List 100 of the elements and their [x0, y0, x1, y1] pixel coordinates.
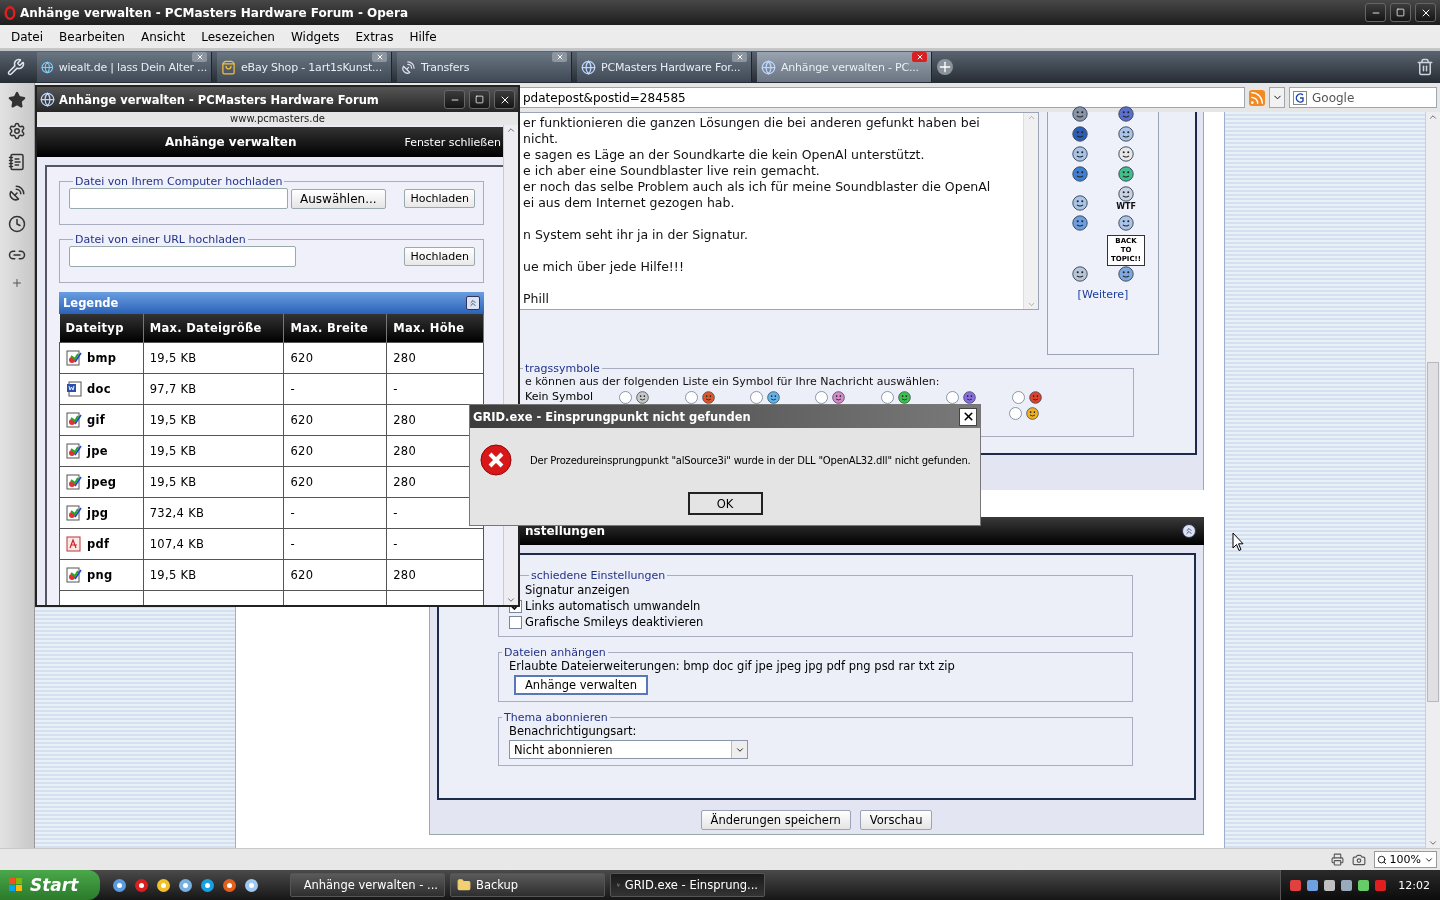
tab-close-button[interactable] — [192, 52, 207, 62]
more-link[interactable]: [Weitere] — [1077, 288, 1129, 301]
column-header: Max. Breite — [283, 314, 387, 342]
browser-tab[interactable]: PCMasters Hardware For... — [577, 52, 752, 82]
action-button[interactable]: Vorschau — [859, 810, 933, 830]
tray-icon[interactable] — [1323, 878, 1336, 892]
group-legend: schiedene Einstellungen — [529, 569, 668, 582]
quick-launch-icon[interactable] — [222, 877, 237, 893]
group-legend: Dateien anhängen — [502, 646, 608, 659]
settings-icon[interactable] — [8, 122, 26, 140]
globe-icon — [761, 59, 776, 75]
radio-button[interactable] — [1009, 406, 1022, 420]
taskbar-button[interactable]: Backup — [450, 873, 605, 897]
column-header: Dateityp — [59, 314, 144, 342]
close-window-link[interactable]: Fenster schließen — [404, 135, 503, 149]
table-cell: - — [283, 528, 387, 559]
scroll-down-icon[interactable] — [506, 595, 516, 605]
scrollbar-thumb[interactable] — [1427, 362, 1439, 702]
radio-button[interactable] — [1011, 390, 1025, 404]
minimize-button[interactable] — [1365, 3, 1386, 22]
menu-item[interactable]: Lesezeichen — [193, 29, 283, 44]
page-icon — [41, 59, 54, 75]
pdf-file-icon — [66, 535, 82, 552]
ok-button[interactable]: OK — [687, 492, 763, 515]
minimize-button[interactable] — [444, 90, 465, 109]
wrench-icon[interactable] — [7, 58, 25, 76]
menu-item[interactable]: Extras — [347, 29, 402, 44]
search-engine-icon — [1293, 90, 1307, 105]
globe-icon — [40, 92, 55, 107]
quick-launch-icon[interactable] — [134, 877, 149, 893]
browse-button[interactable]: Auswählen... — [291, 188, 386, 209]
taskbar-button[interactable]: Anhänge verwalten - ... — [290, 873, 445, 897]
tab-close-button[interactable] — [912, 52, 927, 62]
menu-item[interactable]: Widgets — [282, 29, 348, 44]
tray-icon[interactable] — [1306, 878, 1319, 892]
manage-attachments-button[interactable]: Anhänge verwalten — [514, 675, 648, 695]
collapse-button[interactable] — [466, 296, 480, 310]
start-button[interactable]: Start — [0, 870, 100, 900]
collapse-button[interactable] — [1182, 524, 1196, 538]
option-label: Kein Symbol — [525, 391, 594, 403]
star-icon[interactable] — [8, 91, 26, 109]
action-button[interactable]: Änderungen speichern — [700, 810, 851, 830]
scroll-up-icon[interactable] — [506, 125, 516, 135]
browser-tab[interactable]: wiealt.de | lass Dein Alter ... — [37, 52, 212, 82]
upload-button[interactable]: Hochladen — [404, 189, 475, 208]
browser-tab[interactable]: eBay Shop - 1art1sKunst... — [217, 52, 392, 82]
menu-item[interactable]: Datei — [3, 29, 51, 44]
plus-icon[interactable] — [11, 277, 23, 289]
tab-close-button[interactable] — [372, 52, 387, 62]
menu-item[interactable]: Bearbeiten — [51, 29, 133, 44]
trash-icon[interactable] — [1416, 58, 1434, 76]
quick-launch-icon[interactable] — [156, 877, 171, 893]
text-line: er funktionieren die ganzen Lösungen die bei anderen gefunkt haben bei — [523, 115, 981, 131]
scroll-down-icon[interactable] — [1428, 838, 1438, 848]
table-cell: jpeg — [59, 466, 144, 497]
radio-button[interactable] — [684, 390, 698, 404]
maximize-button[interactable] — [1390, 3, 1411, 22]
close-button[interactable] — [959, 407, 977, 426]
printer-icon[interactable] — [1330, 853, 1344, 866]
tray-icon[interactable] — [1289, 878, 1302, 892]
scroll-up-icon[interactable] — [1428, 112, 1438, 122]
close-button[interactable] — [494, 90, 515, 109]
quick-launch-icon[interactable] — [112, 877, 127, 893]
tray-icon[interactable] — [1357, 878, 1370, 892]
quick-launch-icon[interactable] — [178, 877, 193, 893]
tab-close-button[interactable] — [732, 52, 747, 62]
image-file-icon — [66, 442, 82, 459]
browser-tab[interactable]: Transfers — [397, 52, 572, 82]
tab-close-button[interactable] — [552, 52, 567, 62]
upload-button[interactable]: Hochladen — [404, 247, 475, 266]
smiley-caption: WTF — [1116, 202, 1136, 211]
table-cell: 19,5 KB — [143, 559, 284, 590]
radio-button[interactable] — [750, 390, 764, 404]
table-cell: 97,7 KB — [143, 373, 284, 404]
table-cell: jpe — [59, 435, 144, 466]
radio-button[interactable] — [815, 390, 829, 404]
menu-item[interactable]: Hilfe — [401, 29, 445, 44]
clock-icon[interactable] — [8, 215, 26, 233]
checkbox[interactable] — [509, 615, 522, 629]
maximize-button[interactable] — [469, 90, 490, 109]
quick-launch-icon[interactable] — [244, 877, 259, 893]
file-field[interactable] — [69, 188, 288, 209]
notes-icon[interactable] — [8, 153, 26, 171]
column-header: Max. Höhe — [386, 314, 484, 342]
new-tab-icon[interactable] — [937, 59, 953, 75]
close-button[interactable] — [1415, 3, 1436, 22]
taskbar-button[interactable]: GRID.exe - Einsprung... — [610, 873, 765, 897]
notification-select[interactable]: Nicht abonnieren — [509, 740, 748, 759]
camera-icon[interactable] — [1351, 852, 1366, 867]
tray-icon[interactable] — [1340, 878, 1353, 892]
url-field[interactable] — [69, 246, 296, 267]
radio-button[interactable] — [880, 390, 894, 404]
radio-button[interactable] — [619, 390, 633, 404]
search-field[interactable]: Google — [1289, 87, 1437, 108]
zoom-field[interactable]: 100% — [1373, 851, 1437, 868]
quick-launch-icon[interactable] — [200, 877, 215, 893]
menu-item[interactable]: Ansicht — [132, 29, 194, 44]
satellite-dish-icon[interactable] — [8, 184, 26, 202]
table-cell: 19,5 KB — [143, 435, 284, 466]
radio-button[interactable] — [946, 390, 960, 404]
